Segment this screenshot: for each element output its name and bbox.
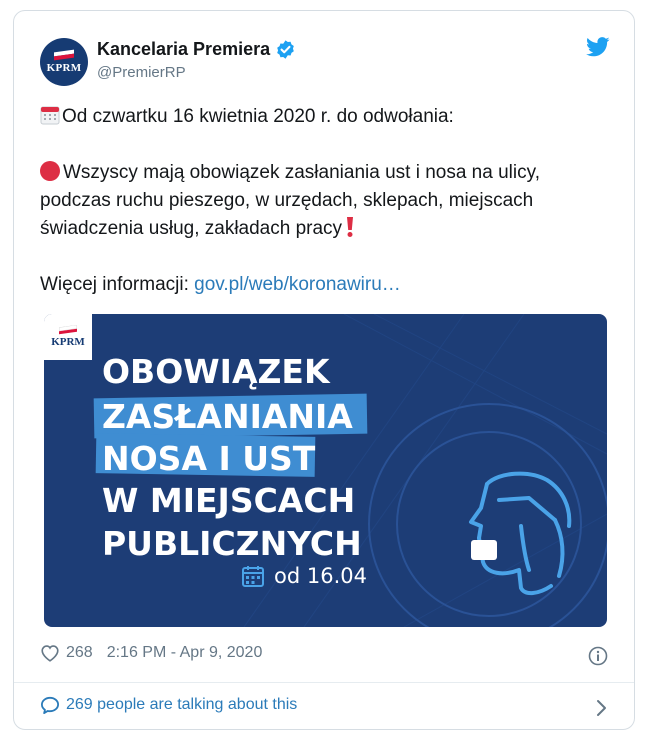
calendar-icon	[242, 566, 264, 587]
calendar-emoji-icon	[40, 106, 60, 125]
conversation-link[interactable]: 269 people are talking about this	[40, 696, 297, 714]
account-name[interactable]: Kancelaria Premiera	[97, 39, 270, 60]
headline-line-4: W MIEJSCACH	[102, 481, 356, 520]
date-text: od 16.04	[274, 564, 367, 588]
tweet-card: KPRM Kancelaria Premiera @PremierRP Od c…	[13, 10, 635, 730]
tweet-timestamp[interactable]: 2:16 PM - Apr 9, 2020	[107, 644, 263, 662]
tweet-line-2: Wszyscy mają obowiązek zasłaniania ust i…	[40, 159, 615, 243]
date-badge: od 16.04	[242, 564, 367, 588]
polish-flag-icon	[54, 49, 74, 60]
tweet-line-3: Więcej informacji: gov.pl/web/koronawiru…	[40, 271, 615, 299]
headline-line-3: NOSA I UST	[102, 439, 316, 478]
info-icon[interactable]	[588, 646, 608, 666]
exclamation-emoji-icon	[347, 217, 354, 237]
face-mask-icon	[469, 471, 572, 595]
more-info-link[interactable]: gov.pl/web/koronawiru…	[194, 274, 401, 295]
tweet-text: Od czwartku 16 kwietnia 2020 r. do odwoł…	[40, 103, 615, 299]
heart-icon[interactable]	[40, 644, 60, 662]
tweet-footer: 268 2:16 PM - Apr 9, 2020	[40, 644, 262, 662]
twitter-bird-icon[interactable]	[586, 37, 610, 57]
more-info-label: Więcej informacji:	[40, 274, 195, 295]
tweet-media-image[interactable]: KPRM OBOWIĄZEK ZASŁANIANIA NOSA I UST W …	[44, 314, 607, 627]
tweet-line-1-text: Od czwartku 16 kwietnia 2020 r. do odwoł…	[62, 106, 454, 127]
like-count[interactable]: 268	[66, 644, 93, 662]
conversation-count[interactable]: 269 people are talking about this	[66, 696, 297, 714]
avatar[interactable]: KPRM	[40, 38, 88, 86]
account-name-row[interactable]: Kancelaria Premiera	[97, 39, 296, 60]
footer-divider	[14, 682, 634, 683]
speech-bubble-icon	[41, 696, 59, 714]
tweet-line-2-text: Wszyscy mają obowiązek zasłaniania ust i…	[40, 162, 540, 239]
tweet-line-1: Od czwartku 16 kwietnia 2020 r. do odwoł…	[40, 103, 615, 131]
account-handle[interactable]: @PremierRP	[97, 64, 186, 81]
avatar-text: KPRM	[46, 61, 82, 74]
verified-badge-icon	[277, 40, 294, 59]
red-circle-emoji-icon	[40, 161, 60, 181]
headline-line-5: PUBLICZNYCH	[102, 524, 362, 563]
chevron-right-icon[interactable]	[594, 699, 608, 717]
headline-line-2: ZASŁANIANIA	[102, 397, 353, 436]
headline-line-1: OBOWIĄZEK	[102, 352, 330, 391]
